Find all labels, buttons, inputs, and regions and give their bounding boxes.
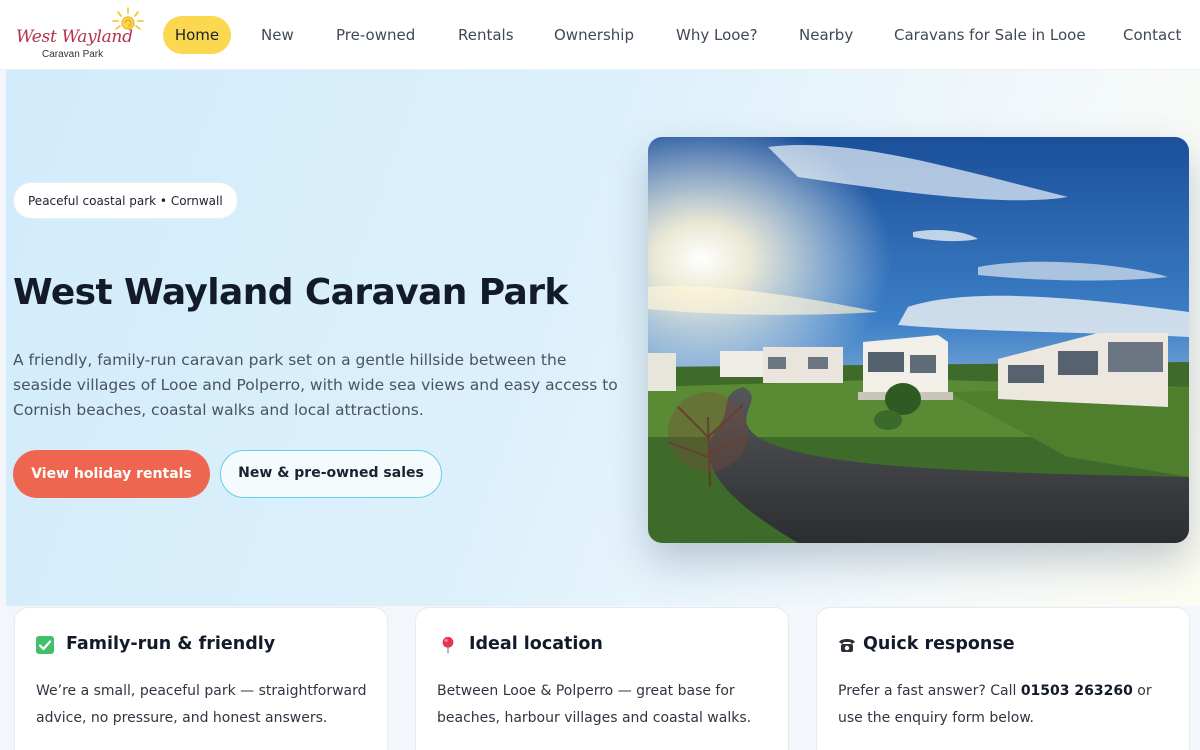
caravan-park-photo — [648, 137, 1189, 543]
card-body-prefix: Prefer a fast answer? Call — [838, 683, 1021, 699]
site-logo[interactable]: West Wayland Caravan Park — [12, 6, 148, 64]
nav-item-rentals[interactable]: Rentals — [458, 25, 514, 45]
card-title: Ideal location — [469, 634, 603, 654]
phone-icon — [839, 639, 855, 652]
card-body: Prefer a fast answer? Call 01503 263260 … — [838, 678, 1174, 732]
feature-card-location: Ideal location Between Looe & Polperro —… — [415, 607, 789, 750]
location-badge: Peaceful coastal park • Cornwall — [13, 182, 238, 219]
logo-script-text: West Wayland — [16, 27, 133, 47]
pin-icon — [442, 636, 454, 654]
nav-item-pre-owned[interactable]: Pre-owned — [336, 25, 415, 45]
page-title: West Wayland Caravan Park — [13, 272, 568, 313]
view-rentals-button[interactable]: View holiday rentals — [13, 450, 210, 498]
hero-description: A friendly, family-run caravan park set … — [13, 351, 618, 419]
feature-card-quick-response: Quick response Prefer a fast answer? Cal… — [816, 607, 1190, 750]
feature-card-family: Family-run & friendly We’re a small, pea… — [14, 607, 388, 750]
nav-item-nearby[interactable]: Nearby — [799, 25, 853, 45]
nav-item-home[interactable]: Home — [163, 16, 231, 54]
card-title: Family-run & friendly — [66, 634, 276, 654]
card-title: Quick response — [863, 634, 1015, 654]
logo-subtitle: Caravan Park — [42, 49, 104, 60]
hero-photo — [648, 137, 1189, 543]
nav-item-caravans-for-sale[interactable]: Caravans for Sale in Looe — [894, 25, 1086, 45]
card-body: We’re a small, peaceful park — straightf… — [36, 683, 367, 726]
top-navigation: West Wayland Caravan Park Home New Pre-o… — [0, 0, 1200, 70]
check-icon — [36, 636, 54, 654]
card-body: Between Looe & Polperro — great base for… — [437, 683, 752, 726]
phone-number-link[interactable]: 01503 263260 — [1021, 683, 1133, 699]
nav-item-ownership[interactable]: Ownership — [554, 25, 634, 45]
nav-item-why-looe[interactable]: Why Looe? — [676, 25, 758, 45]
sales-button[interactable]: New & pre-owned sales — [220, 450, 442, 498]
nav-item-new[interactable]: New — [261, 25, 294, 45]
nav-item-contact[interactable]: Contact — [1123, 25, 1181, 45]
